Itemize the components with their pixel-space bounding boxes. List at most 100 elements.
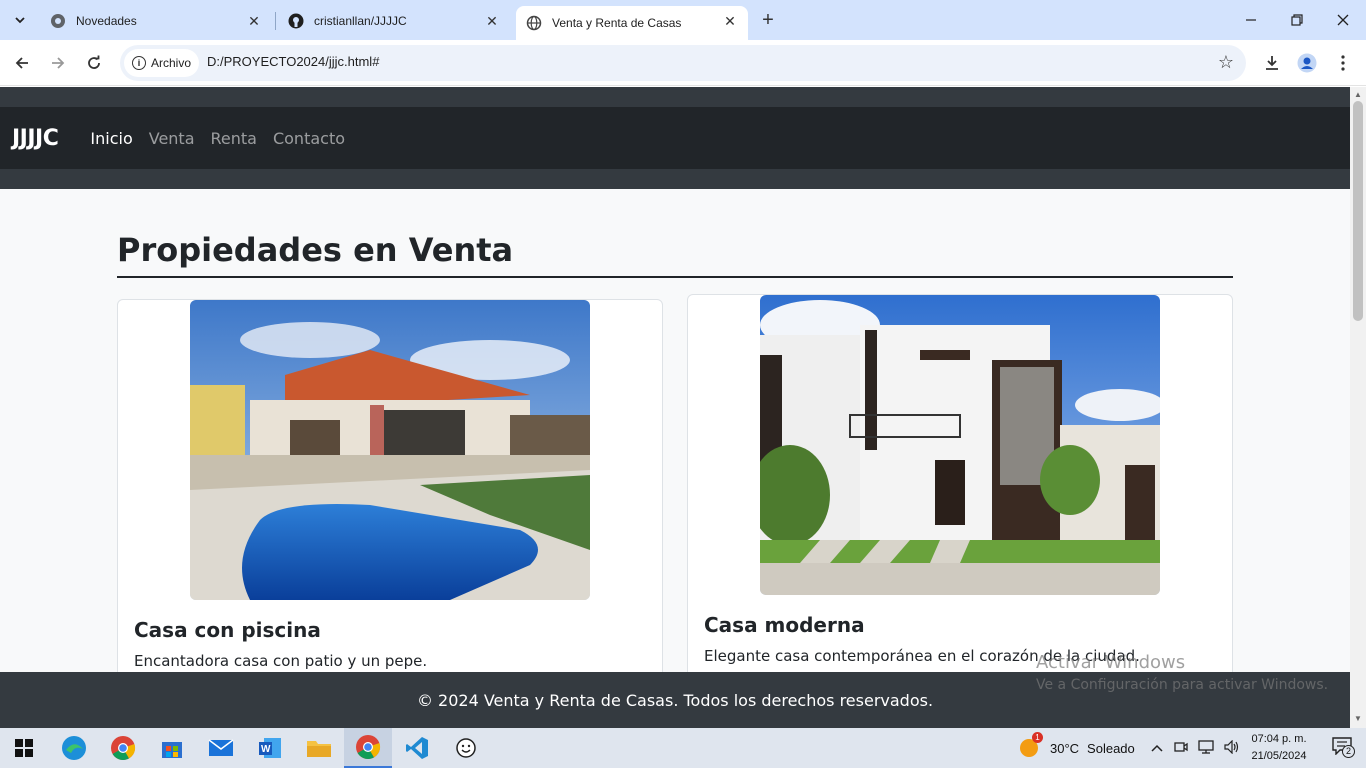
card-title: Casa con piscina	[134, 618, 321, 642]
arrow-right-icon	[52, 57, 65, 69]
tab-title: cristianllan/JJJJC	[314, 14, 407, 28]
page-viewport: JJJJC Inicio Venta Renta Contacto Propie…	[0, 87, 1350, 672]
nav-link-contacto[interactable]: Contacto	[265, 129, 353, 148]
nav-link-renta[interactable]: Renta	[203, 129, 265, 148]
smiley-icon	[456, 738, 476, 758]
clock[interactable]: 07:04 p. m. 21/05/2024	[1240, 731, 1318, 765]
footer-text: © 2024 Venta y Renta de Casas. Todos los…	[416, 690, 934, 710]
chrome-icon	[356, 735, 381, 760]
weather-text: Soleado	[1087, 740, 1135, 756]
header: JJJJC Inicio Venta Renta Contacto	[0, 87, 1350, 189]
taskbar-chrome-active[interactable]	[344, 728, 392, 768]
scrollbar-thumb[interactable]	[1353, 101, 1363, 321]
section-divider	[117, 276, 1233, 278]
brand-logo[interactable]: JJJJC	[12, 126, 59, 151]
tab-separator	[275, 12, 276, 30]
profile-button[interactable]	[1292, 48, 1322, 78]
clock-time: 07:04 p. m.	[1251, 733, 1307, 745]
scroll-down-arrow-icon[interactable]: ▼	[1353, 714, 1363, 724]
kebab-menu-icon	[1341, 55, 1345, 71]
close-tab-icon[interactable]: ✕	[246, 13, 262, 29]
tab-title: Venta y Renta de Casas	[552, 16, 682, 30]
mail-icon	[208, 739, 234, 756]
taskbar-store[interactable]	[148, 728, 196, 768]
taskbar-file-explorer[interactable]	[295, 728, 343, 768]
tab-search-button[interactable]	[8, 8, 32, 32]
download-icon	[1266, 56, 1278, 70]
chrome-icon	[50, 13, 66, 29]
house-pool-image	[190, 300, 590, 600]
scroll-up-arrow-icon[interactable]: ▲	[1353, 90, 1363, 100]
address-bar[interactable]: i Archivo D:/PROYECTO2024/jjjc.html# ☆	[120, 45, 1246, 81]
sun-icon: 1	[1018, 732, 1043, 760]
url-text[interactable]: D:/PROYECTO2024/jjjc.html#	[207, 54, 379, 69]
start-button[interactable]	[0, 728, 48, 768]
network-icon[interactable]	[1198, 739, 1214, 757]
taskbar-chrome[interactable]	[99, 728, 147, 768]
new-tab-button[interactable]: +	[756, 8, 780, 32]
weather-widget[interactable]: 1 30°C Soleado	[1018, 728, 1135, 768]
property-card: Casa con piscina Encantadora casa con pa…	[117, 299, 663, 672]
activation-watermark-text: Ve a Configuración para activar Windows.	[1036, 677, 1329, 693]
tab-title: Novedades	[76, 14, 137, 28]
notifications-button[interactable]: 2	[1318, 728, 1366, 768]
tab-github[interactable]: cristianllan/JJJJC ✕	[278, 6, 510, 36]
clock-date: 21/05/2024	[1251, 750, 1307, 762]
restore-icon	[1291, 14, 1303, 26]
navbar: JJJJC Inicio Venta Renta Contacto	[0, 107, 1350, 169]
reload-button[interactable]	[79, 48, 109, 78]
close-tab-icon[interactable]: ✕	[722, 13, 738, 29]
close-tab-icon[interactable]: ✕	[484, 13, 500, 29]
taskbar-edge[interactable]	[50, 728, 98, 768]
menu-button[interactable]	[1328, 48, 1358, 78]
forward-button[interactable]	[43, 48, 73, 78]
browser-toolbar: i Archivo D:/PROYECTO2024/jjjc.html# ☆	[0, 40, 1366, 86]
word-icon: W	[259, 738, 281, 758]
meet-now-icon[interactable]	[1174, 740, 1188, 757]
minimize-button[interactable]	[1228, 0, 1274, 40]
svg-text:W: W	[261, 744, 271, 755]
notification-icon: 2	[1332, 736, 1355, 760]
globe-icon	[526, 15, 542, 31]
vscode-icon	[406, 737, 428, 759]
nav-link-inicio[interactable]: Inicio	[82, 129, 140, 148]
tab-novedades[interactable]: Novedades ✕	[40, 6, 272, 36]
tab-venta-renta[interactable]: Venta y Renta de Casas ✕	[516, 6, 748, 40]
chip-label: Archivo	[151, 56, 192, 70]
page-scrollbar[interactable]: ▲ ▼	[1350, 87, 1366, 728]
downloads-button[interactable]	[1257, 48, 1287, 78]
chevron-up-icon[interactable]	[1150, 741, 1164, 756]
taskbar: W 1 30°C Soleado 07:04 p. m. 21/05/2024 …	[0, 728, 1366, 768]
back-button[interactable]	[7, 48, 37, 78]
taskbar-emoji-app[interactable]	[442, 728, 490, 768]
restore-button[interactable]	[1274, 0, 1320, 40]
weather-alert-badge: 1	[1032, 732, 1043, 743]
taskbar-mail[interactable]	[197, 728, 245, 768]
volume-icon[interactable]	[1224, 739, 1240, 757]
github-icon	[288, 13, 304, 29]
taskbar-word[interactable]: W	[246, 728, 294, 768]
taskbar-vscode[interactable]	[393, 728, 441, 768]
store-icon	[162, 742, 182, 758]
edge-icon	[62, 736, 86, 760]
folder-icon	[307, 741, 331, 757]
minimize-icon	[1246, 19, 1256, 21]
chevron-down-icon	[15, 17, 25, 24]
card-title: Casa moderna	[704, 613, 865, 637]
tab-strip: Novedades ✕ cristianllan/JJJJC ✕ Venta y…	[0, 0, 1366, 40]
bookmark-star-icon[interactable]: ☆	[1218, 52, 1234, 73]
reload-icon	[88, 55, 100, 69]
weather-temp: 30°C	[1050, 740, 1080, 756]
info-icon: i	[132, 56, 146, 70]
card-text: Encantadora casa con patio y un pepe.	[134, 652, 428, 670]
section-title: Propiedades en Venta	[117, 231, 514, 269]
system-tray	[1150, 728, 1240, 768]
chrome-icon	[111, 736, 136, 761]
nav-link-venta[interactable]: Venta	[141, 129, 203, 148]
site-info-chip[interactable]: i Archivo	[124, 49, 200, 77]
close-icon	[1337, 14, 1349, 26]
property-card: Casa moderna Elegante casa contemporánea…	[687, 294, 1233, 672]
nav-links: Inicio Venta Renta Contacto	[82, 129, 353, 148]
arrow-left-icon	[15, 57, 28, 69]
close-window-button[interactable]	[1320, 0, 1366, 40]
